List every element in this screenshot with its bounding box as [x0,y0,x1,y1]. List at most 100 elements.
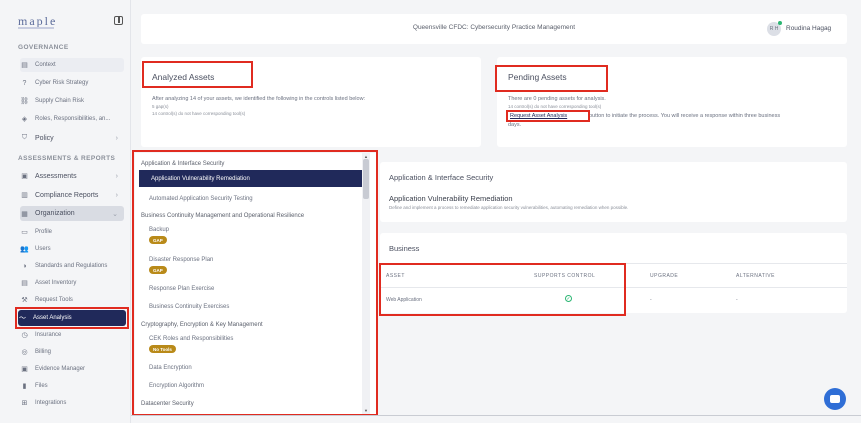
list-item-category[interactable]: Application & Interface Security [141,161,224,167]
sidebar-item-context[interactable]: ▤ Context [20,58,124,72]
detail-category: Application & Interface Security [389,173,494,182]
list-item[interactable]: CEK Roles and Responsibilities [149,336,233,342]
sidebar-item-evidence-manager[interactable]: ▣ Evidence Manager [20,362,124,376]
top-header: Queensville CFDC: Cybersecurity Practice… [141,14,847,44]
column-header-upgrade: UPGRADE [650,273,679,279]
online-status-dot [778,21,782,25]
sidebar-item-profile[interactable]: ▭ Profile [20,225,124,239]
sidebar-item-label: Roles, Responsibilities, an... [35,116,111,122]
table-cell-alternative: - [736,297,738,303]
files-icon: ▮ [22,383,27,390]
list-item[interactable]: Backup [149,227,169,233]
sidebar-item-cyber-risk-strategy[interactable]: ? Cyber Risk Strategy [20,76,124,90]
list-item[interactable]: Data Encryption [149,365,192,371]
sidebar-item-assessments[interactable]: ▣ Assessments › [20,169,124,183]
sidebar-item-label: Asset Inventory [35,280,77,286]
sidebar-collapse-icon[interactable] [114,16,123,25]
analyzed-assets-card: Analyzed Assets After analyzing 14 of yo… [141,57,481,147]
report-icon: ▥ [21,192,28,199]
table-cell-upgrade: - [650,297,652,303]
list-item[interactable]: Encryption Algorithm [149,383,204,389]
sidebar-item-asset-inventory[interactable]: ▤ Asset Inventory [20,276,124,290]
profile-icon: ▭ [21,229,28,236]
sidebar-item-insurance[interactable]: ◷ Insurance [20,328,124,342]
sidebar-item-compliance-reports[interactable]: ▥ Compliance Reports › [20,188,124,202]
sidebar-item-label: Context [35,62,56,68]
detail-control-desc: Define and implement a process to remedi… [389,205,629,210]
sidebar-item-label: Insurance [35,332,62,338]
pending-summary: There are 0 pending assets for analysis. [508,96,606,102]
sidebar-item-label: Cyber Risk Strategy [35,80,89,86]
sidebar-item-label: Supply Chain Risk [35,98,85,104]
chain-icon: ⛓ [20,98,29,105]
column-header-alternative: ALTERNATIVE [736,273,775,279]
no-tools-badge: No Tools [149,345,176,353]
integrations-icon: ⊞ [21,400,28,407]
sidebar-item-label: Users [35,246,51,252]
sidebar-item-roles[interactable]: ◈ Roles, Responsibilities, an... [20,112,124,126]
roles-icon: ◈ [21,116,28,123]
sidebar-item-standards[interactable]: ◑ Standards and Regulations [20,259,124,273]
sidebar-item-label: Billing [35,349,52,355]
sidebar-item-label: Policy [35,134,54,142]
standards-icon: ◑ [22,262,27,270]
sidebar-item-policy[interactable]: ⛉ Policy › [20,131,124,145]
building-icon: ▦ [21,210,28,218]
detail-control-title: Application Vulnerability Remediation [389,194,513,203]
request-asset-analysis-button[interactable]: Request Asset Analysis [510,112,567,120]
list-item[interactable]: Automated Application Security Testing [149,196,253,202]
sidebar-item-billing[interactable]: ◎ Billing [20,345,124,359]
sidebar-item-files[interactable]: ▮ Files [20,379,124,393]
pending-no-tools: 14 control(s) do not have corresponding … [508,104,602,109]
governance-section-title: GOVERNANCE [18,44,69,51]
scrollbar-thumb[interactable] [363,159,369,199]
billing-icon: ◎ [21,349,28,356]
document-icon: ▤ [21,62,28,69]
assessments-section-title: ASSESSMENTS & REPORTS [18,155,116,162]
pending-instruction: button to initiate the process. You will… [589,113,781,119]
pending-assets-title: Pending Assets [508,72,567,82]
sidebar-item-supply-chain-risk[interactable]: ⛓ Supply Chain Risk [20,94,124,108]
insurance-icon: ◷ [21,332,28,339]
table-cell-asset[interactable]: Web Application [386,297,422,303]
analyzed-summary: After analyzing 14 of your assets, we id… [152,96,366,102]
sidebar-item-label: Files [35,383,48,389]
gap-badge: GAP [149,266,167,274]
tools-icon: ⚒ [21,297,28,304]
divider [380,263,847,264]
sidebar-item-label: Assessments [35,172,77,180]
question-icon: ? [22,79,27,87]
sidebar-item-asset-analysis[interactable]: 〜 Asset Analysis [18,310,126,326]
controls-list[interactable]: Application & Interface Security Applica… [135,153,376,415]
list-item[interactable]: Response Plan Exercise [149,286,214,292]
list-item[interactable]: Disaster Response Plan [149,257,213,263]
list-item-category[interactable]: Business Continuity Management and Opera… [141,213,304,219]
sidebar-item-label: Integrations [35,400,67,406]
username[interactable]: Roudina Hagag [786,25,831,32]
users-icon: 👥 [20,246,29,253]
list-item-category[interactable]: Cryptography, Encryption & Key Managemen… [141,322,263,328]
list-item-category[interactable]: Datacenter Security [141,401,194,407]
sidebar-item-label: Organization [35,210,75,217]
sidebar-item-organization[interactable]: ▦ Organization ⌄ [20,206,124,221]
chat-button[interactable] [824,388,846,410]
sidebar-item-integrations[interactable]: ⊞ Integrations [20,396,124,410]
analyzed-no-tools: 14 control(s) do not have corresponding … [152,111,246,116]
sidebar-item-request-tools[interactable]: ⚒ Request Tools [20,293,124,307]
sidebar: maple GOVERNANCE ▤ Context ? Cyber Risk … [0,0,131,423]
column-header-supports: SUPPORTS CONTROL [534,273,596,279]
list-item-selected[interactable]: Application Vulnerability Remediation [139,170,367,187]
check-circle-icon: ✓ [565,295,572,302]
clipboard-icon: ▣ [21,173,28,180]
sidebar-item-label: Evidence Manager [35,366,86,372]
sidebar-item-label: Asset Analysis [33,315,72,321]
business-title: Business [389,244,420,253]
chat-icon [830,395,840,403]
list-item[interactable]: Business Continuity Exercises [149,304,229,310]
scroll-down-icon[interactable]: ▼ [363,408,369,413]
inventory-icon: ▤ [21,280,28,287]
bottom-border [131,415,861,416]
analysis-chart-icon: 〜 [19,315,26,322]
sidebar-item-users[interactable]: 👥 Users [20,242,124,256]
sidebar-item-label: Request Tools [35,297,73,303]
